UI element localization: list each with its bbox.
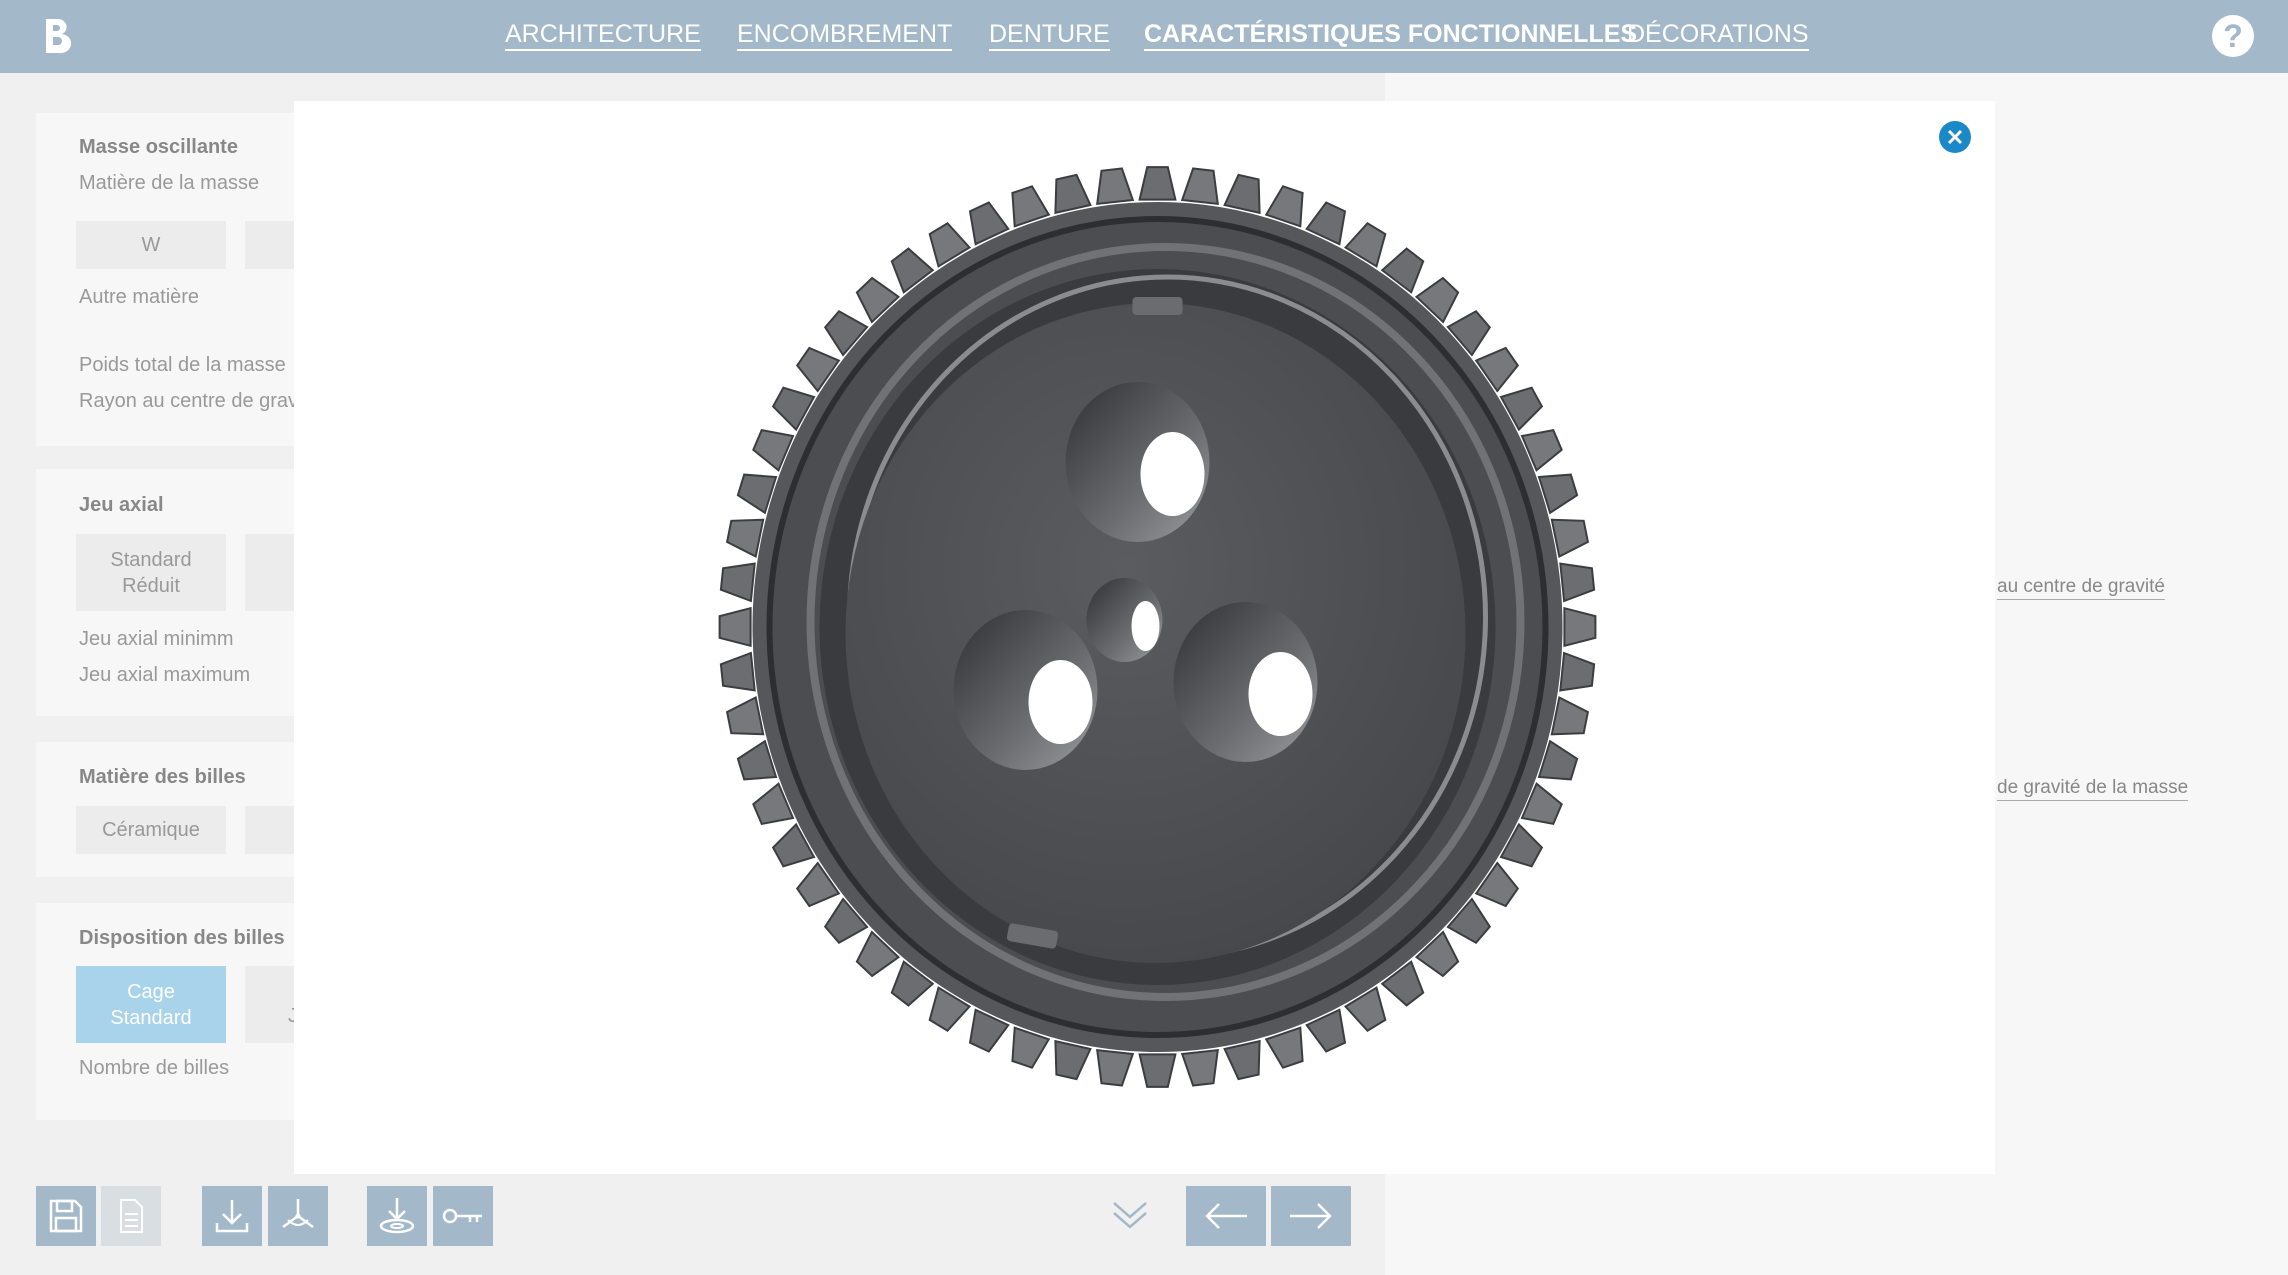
arrow-left-icon: [1205, 1203, 1247, 1229]
3d-axes-icon: [282, 1199, 314, 1229]
ball-count-label: Nombre de billes: [79, 1057, 230, 1079]
gear-3d-render[interactable]: [680, 122, 1635, 1132]
save-button[interactable]: [36, 1186, 96, 1246]
download-platter-icon: [379, 1198, 415, 1234]
total-weight-label: Poids total de la masse: [79, 354, 286, 376]
card-title: Jeu axial: [79, 494, 164, 516]
card-title: Disposition des billes: [79, 927, 285, 949]
main-nav: ARCHITECTURE ENCOMBREMENT DENTURE CARACT…: [0, 0, 2288, 73]
gear-tooth: [1054, 1039, 1092, 1081]
key-button[interactable]: [433, 1186, 493, 1246]
gear-tooth: [1550, 696, 1590, 736]
gear-hole-left: [953, 610, 1098, 770]
save-icon: [49, 1199, 83, 1233]
next-button[interactable]: [1271, 1186, 1351, 1246]
document-icon: [120, 1199, 143, 1233]
nav-tab-caracteristiques-fonctionnelles[interactable]: CARACTÉRISTIQUES FONCTIONNELLES: [1144, 20, 1638, 51]
download-button[interactable]: [202, 1186, 262, 1246]
nav-tab-decorations[interactable]: DÉCORATIONS: [1627, 20, 1809, 51]
gear-tooth: [1563, 606, 1597, 648]
double-chevron-down-icon[interactable]: [1110, 1197, 1150, 1233]
gear-tooth: [719, 562, 756, 603]
gear-tooth: [1550, 518, 1590, 558]
gear-tooth: [725, 696, 765, 736]
nav-tab-encombrement[interactable]: ENCOMBREMENT: [737, 20, 953, 51]
gear-tooth: [1096, 167, 1135, 206]
option-line: Cage: [127, 980, 175, 1003]
gear-hole-center: [1086, 578, 1163, 662]
option-line: Standard: [110, 1006, 192, 1029]
close-modal-button[interactable]: [1939, 121, 1971, 153]
option-w[interactable]: W: [76, 221, 226, 269]
close-icon: [1947, 129, 1963, 145]
3d-view-button[interactable]: [268, 1186, 328, 1246]
option-line: Réduit: [122, 574, 180, 597]
previous-button[interactable]: [1186, 1186, 1266, 1246]
gear-tooth: [1054, 173, 1092, 215]
gear-tooth: [1096, 1048, 1135, 1087]
nav-tab-architecture[interactable]: ARCHITECTURE: [505, 20, 701, 51]
jeu-max-label: Jeu axial maximum: [79, 664, 251, 686]
option-cage-standard[interactable]: Cage Standard: [76, 966, 226, 1043]
arrow-right-icon: [1290, 1203, 1332, 1229]
gear-hole-right: [1173, 602, 1318, 762]
other-material-label: Autre matière: [79, 286, 200, 308]
gear-tooth: [718, 606, 752, 648]
right-link-center-gravity[interactable]: au centre de gravité: [1997, 575, 2165, 600]
gear-tooth: [1223, 1039, 1261, 1081]
gear-tooth: [1138, 166, 1177, 201]
jeu-min-label: Jeu axial minimm: [79, 628, 234, 650]
gear-tooth: [1559, 651, 1596, 692]
material-label: Matière de la masse: [79, 172, 260, 194]
option-ceramique[interactable]: Céramique: [76, 806, 226, 854]
gear-tooth: [1180, 1048, 1219, 1087]
card-title: Masse oscillante: [79, 136, 238, 158]
right-link-gravity-mass[interactable]: de gravité de la masse: [1997, 776, 2189, 801]
radius-label: Rayon au centre de gravité: [79, 390, 320, 412]
card-title: Matière des billes: [79, 766, 246, 788]
gear-tooth: [1138, 1053, 1177, 1088]
top-navigation-bar: ARCHITECTURE ENCOMBREMENT DENTURE CARACT…: [0, 0, 2288, 73]
download-platter-button[interactable]: [367, 1186, 427, 1246]
gear-clip-top: [1132, 297, 1183, 315]
help-button[interactable]: ?: [2212, 15, 2254, 57]
download-icon: [215, 1200, 249, 1233]
option-line: Standard: [110, 548, 192, 571]
gear-hole-top: [1065, 382, 1210, 542]
gear-tooth: [1180, 167, 1219, 206]
gear-tooth: [1223, 173, 1261, 215]
key-icon: [442, 1208, 482, 1224]
gear-tooth: [725, 518, 765, 558]
gear-tooth: [719, 651, 756, 692]
nav-tab-denture[interactable]: DENTURE: [989, 20, 1110, 51]
document-button[interactable]: [101, 1186, 161, 1246]
gear-tooth: [1559, 562, 1596, 603]
option-standard-reduit[interactable]: Standard Réduit: [76, 534, 226, 611]
